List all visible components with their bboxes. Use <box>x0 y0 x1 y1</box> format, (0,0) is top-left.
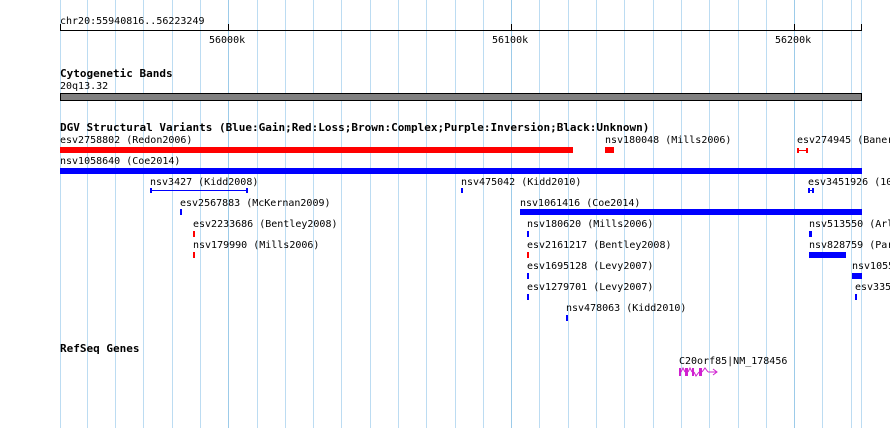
variant-label[interactable]: esv335 <box>855 282 890 293</box>
gene-exon <box>679 368 681 376</box>
gene-exon <box>685 368 688 376</box>
cytoband-bar[interactable] <box>60 93 862 101</box>
grid-line <box>370 0 371 428</box>
grid-line <box>172 0 173 428</box>
variant-bar[interactable] <box>193 252 195 258</box>
variant-label[interactable]: nsv1058640 (Coe2014) <box>60 156 180 167</box>
grid-line <box>313 0 314 428</box>
variant-label[interactable]: esv2233686 (Bentley2008) <box>193 219 338 230</box>
variant-label[interactable]: nsv1055 <box>852 261 890 272</box>
gene-model[interactable] <box>679 367 719 377</box>
variant-bar[interactable] <box>852 273 862 279</box>
grid-line <box>115 0 116 428</box>
variant-label[interactable]: nsv828759 (Par <box>809 240 890 251</box>
grid-line <box>511 0 512 428</box>
grid-line <box>60 0 61 428</box>
variant-bar[interactable] <box>797 150 808 151</box>
scale-tick <box>794 24 795 31</box>
grid-line <box>398 0 399 428</box>
variant-bar[interactable] <box>461 188 463 193</box>
variant-label[interactable]: esv3451926 (10 <box>808 177 890 188</box>
gene-intron <box>680 367 686 373</box>
variant-label[interactable]: esv2758802 (Redon2006) <box>60 135 192 146</box>
grid-line <box>200 0 201 428</box>
cytoband-label: 20q13.32 <box>60 81 109 92</box>
variant-label[interactable]: nsv180048 (Mills2006) <box>605 135 731 146</box>
variant-label[interactable]: nsv475042 (Kidd2010) <box>461 177 581 188</box>
variant-label[interactable]: nsv3427 (Kidd2008) <box>150 177 258 188</box>
variant-label[interactable]: esv1279701 (Levy2007) <box>527 282 653 293</box>
scale-tick <box>861 24 862 31</box>
dgv-track-title[interactable]: DGV Structural Variants (Blue:Gain;Red:L… <box>60 122 649 134</box>
variant-label[interactable]: esv274945 (Baner <box>797 135 890 146</box>
grid-line <box>341 0 342 428</box>
position-label: chr20:55940816..56223249 <box>60 16 205 27</box>
variant-bar[interactable] <box>527 231 529 237</box>
scale-tick <box>60 24 61 31</box>
scale-tick <box>511 24 512 31</box>
grid-line <box>455 0 456 428</box>
variant-label[interactable]: nsv1061416 (Coe2014) <box>520 198 640 209</box>
gene-exon <box>699 368 702 376</box>
variant-bar[interactable] <box>150 190 248 191</box>
scale-tick <box>228 24 229 31</box>
variant-label[interactable]: nsv513550 (Arl <box>809 219 890 230</box>
grid-line <box>483 0 484 428</box>
variant-bar[interactable] <box>566 315 568 321</box>
variant-label[interactable]: esv2567883 (McKernan2009) <box>180 198 331 209</box>
variant-bar[interactable] <box>193 231 195 237</box>
cytoband-track-title[interactable]: Cytogenetic Bands <box>60 68 173 80</box>
grid-line <box>285 0 286 428</box>
refseq-track-title[interactable]: RefSeq Genes <box>60 343 139 355</box>
scale-tick-label: 56000k <box>209 35 246 46</box>
grid-line <box>257 0 258 428</box>
variant-bar[interactable] <box>180 209 182 215</box>
variant-label[interactable]: esv1695128 (Levy2007) <box>527 261 653 272</box>
gene-exon <box>692 368 694 376</box>
grid-line <box>228 0 229 428</box>
grid-line <box>143 0 144 428</box>
gene-intron <box>687 367 693 373</box>
variant-bar[interactable] <box>60 147 573 153</box>
variant-bar[interactable] <box>809 231 812 237</box>
variant-label[interactable]: nsv179990 (Mills2006) <box>193 240 319 251</box>
variant-label[interactable]: nsv478063 (Kidd2010) <box>566 303 686 314</box>
variant-bar[interactable] <box>855 294 857 300</box>
variant-bar[interactable] <box>520 209 862 215</box>
variant-label[interactable]: esv2161217 (Bentley2008) <box>527 240 672 251</box>
scale-axis[interactable] <box>60 30 862 31</box>
variant-label[interactable]: nsv180620 (Mills2006) <box>527 219 653 230</box>
variant-bar[interactable] <box>527 252 529 258</box>
grid-line <box>87 0 88 428</box>
scale-tick-label: 56200k <box>775 35 812 46</box>
gene-intron <box>701 367 709 373</box>
gene-label[interactable]: C20orf85|NM_178456 <box>679 356 787 367</box>
variant-bar[interactable] <box>605 147 614 153</box>
variant-bar[interactable] <box>527 294 529 300</box>
variant-bar[interactable] <box>527 273 529 279</box>
scale-tick-label: 56100k <box>492 35 529 46</box>
grid-line <box>426 0 427 428</box>
variant-bar[interactable] <box>809 252 846 258</box>
variant-bar[interactable] <box>60 168 862 174</box>
gene-intron <box>693 371 700 377</box>
variant-bar[interactable] <box>808 190 814 191</box>
